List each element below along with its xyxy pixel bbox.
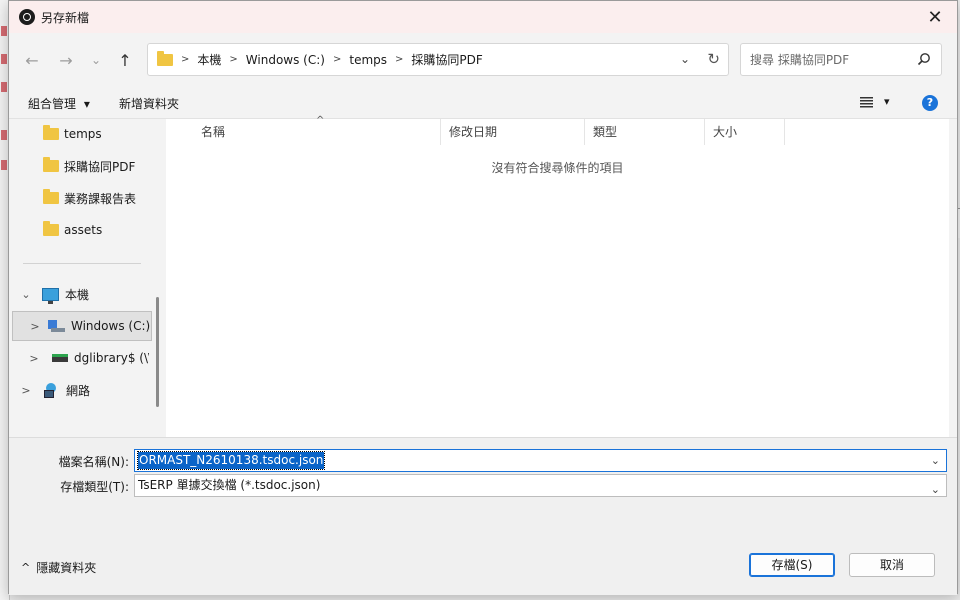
help-icon[interactable]: ? [922, 95, 938, 111]
view-options-icon[interactable] [860, 97, 873, 108]
search-box[interactable]: 搜尋 採購協同PDF [740, 43, 942, 76]
nav-scrollbar[interactable] [156, 297, 159, 407]
column-header-type[interactable]: 類型 [585, 119, 705, 145]
filename-value[interactable]: ORMAST_N2610138.tsdoc.json [136, 451, 326, 470]
nav-item-label: 網路 [66, 383, 91, 398]
bottom-panel: 檔案名稱(N): ORMAST_N2610138.tsdoc.json ⌄ 存檔… [9, 437, 957, 595]
filetype-select[interactable]: TsERP 單據交換檔 (*.tsdoc.json) ⌄ [134, 474, 947, 497]
breadcrumb-temps[interactable]: temps [349, 53, 387, 67]
recent-locations-chevron-icon[interactable]: ⌄ [85, 49, 107, 71]
chevron-right-icon[interactable]: > [229, 54, 237, 65]
save-button[interactable]: 存檔(S) [749, 553, 835, 577]
search-icon[interactable] [917, 52, 931, 66]
background-mark [1, 160, 7, 170]
forward-arrow-icon[interactable]: → [55, 49, 77, 71]
sort-ascending-icon: ^ [316, 115, 325, 126]
breadcrumb-current-folder[interactable]: 採購協同PDF [411, 51, 482, 68]
nav-item-this-pc[interactable]: ⌄ 本機 [9, 279, 149, 309]
nav-divider [23, 263, 141, 264]
nav-item-purchase-pdf[interactable]: 採購協同PDF [9, 151, 149, 181]
chevron-down-icon[interactable]: ⌄ [931, 454, 940, 467]
chevron-right-icon[interactable]: > [395, 54, 403, 65]
windows-drive-icon [47, 320, 65, 332]
file-list: 名稱 ^ 修改日期 類型 大小 沒有符合搜尋條件的項目 [166, 115, 949, 437]
breadcrumb-drive-c[interactable]: Windows (C:) [246, 53, 325, 67]
organize-button[interactable]: 組合管理 ▾ [28, 95, 90, 112]
network-drive-icon [52, 354, 68, 362]
filetype-label: 存檔類型(T): [60, 480, 129, 494]
computer-icon [42, 287, 59, 304]
nav-item-label: dglibrary$ (\\ [74, 351, 149, 365]
organize-label: 組合管理 [28, 97, 77, 111]
chevron-right-icon[interactable]: > [27, 320, 43, 333]
dialog-title: 另存新檔 [41, 10, 90, 25]
address-bar[interactable]: > 本機 > Windows (C:) > temps > 採購協同PDF ⌄ … [147, 43, 729, 76]
hide-folders-label: 隱藏資料夾 [36, 561, 97, 575]
filetype-value: TsERP 單據交換檔 (*.tsdoc.json) [138, 478, 321, 492]
chevron-down-icon[interactable]: ⌄ [931, 479, 940, 500]
chevron-up-icon: ^ [21, 561, 31, 574]
background-mark [1, 82, 7, 92]
app-icon [19, 9, 35, 25]
empty-list-message: 沒有符合搜尋條件的項目 [491, 161, 624, 175]
nav-item-label: 業務課報告表 [64, 191, 137, 206]
column-header-size[interactable]: 大小 [705, 119, 785, 145]
nav-item-drive-c[interactable]: > Windows (C:) [12, 311, 152, 341]
navigation-pane: temps 採購協同PDF 業務課報告表 assets ⌄ 本機 > Windo… [9, 119, 159, 437]
breadcrumb-this-pc[interactable]: 本機 [197, 51, 221, 68]
save-as-dialog: 另存新檔 ✕ ← → ⌄ ↑ > 本機 > Windows (C:) > tem… [8, 0, 958, 595]
folder-icon [43, 157, 59, 172]
nav-item-business-report[interactable]: 業務課報告表 [9, 183, 149, 213]
folder-icon [43, 221, 59, 236]
folder-icon [157, 50, 173, 66]
chevron-right-icon[interactable]: > [333, 54, 341, 65]
nav-item-label: 採購協同PDF [64, 159, 136, 174]
chevron-down-icon: ▾ [83, 97, 90, 111]
refresh-icon[interactable]: ↻ [707, 50, 720, 68]
close-button[interactable]: ✕ [913, 1, 957, 33]
nav-item-network-drive[interactable]: > dglibrary$ (\\ [9, 343, 149, 373]
new-folder-button[interactable]: 新增資料夾 [119, 95, 179, 112]
filename-input[interactable]: ORMAST_N2610138.tsdoc.json ⌄ [134, 449, 947, 472]
chevron-right-icon: > [181, 54, 190, 65]
navigation-bar: ← → ⌄ ↑ > 本機 > Windows (C:) > temps > 採購… [9, 37, 957, 83]
command-bar: 組合管理 ▾ 新增資料夾 ▾ ? [9, 87, 957, 119]
folder-icon [43, 189, 59, 204]
filename-label: 檔案名稱(N): [58, 455, 129, 469]
nav-item-label: Windows (C:) [71, 319, 151, 333]
view-dropdown-icon[interactable]: ▾ [884, 95, 890, 108]
nav-item-label: temps [64, 127, 102, 141]
nav-item-network[interactable]: > 網路 [9, 375, 149, 405]
background-mark [1, 130, 7, 140]
back-arrow-icon[interactable]: ← [21, 49, 43, 71]
folder-icon [43, 125, 59, 140]
title-bar: 另存新檔 ✕ [9, 1, 957, 33]
column-header-date[interactable]: 修改日期 [441, 119, 585, 145]
background-mark [1, 54, 7, 64]
nav-item-label: 本機 [65, 287, 90, 302]
search-input[interactable]: 搜尋 採購協同PDF [750, 51, 849, 68]
up-arrow-icon[interactable]: ↑ [114, 49, 136, 71]
nav-item-temps[interactable]: temps [9, 119, 149, 149]
nav-item-assets[interactable]: assets [9, 215, 149, 245]
network-icon [44, 383, 60, 398]
chevron-right-icon[interactable]: > [18, 384, 34, 397]
chevron-right-icon[interactable]: > [26, 352, 42, 365]
cancel-button[interactable]: 取消 [849, 553, 935, 577]
nav-item-label: assets [64, 223, 103, 237]
hide-folders-toggle[interactable]: ^ 隱藏資料夾 [21, 559, 96, 576]
chevron-down-icon[interactable]: ⌄ [18, 288, 34, 301]
background-mark [1, 26, 7, 36]
address-dropdown-icon[interactable]: ⌄ [680, 52, 690, 66]
